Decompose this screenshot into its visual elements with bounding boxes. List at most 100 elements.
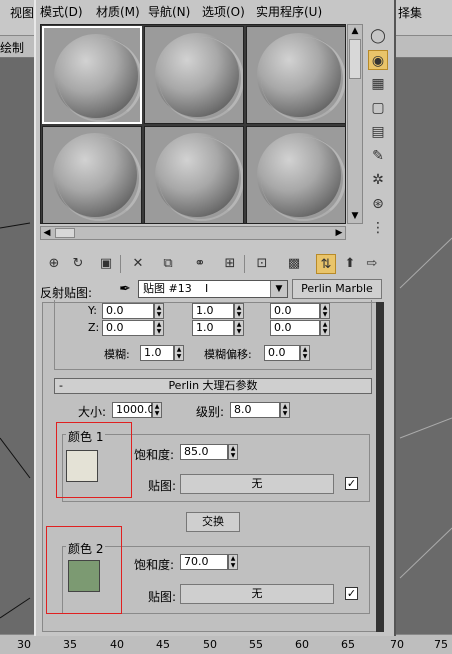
blur-spinner[interactable]: 1.0 ▲ ▼ <box>140 345 184 361</box>
main-menu-view[interactable]: 视图 <box>10 4 34 21</box>
y-angle-field[interactable]: 0.0 <box>270 303 320 319</box>
size-spinner[interactable]: 1000.0 ▲ ▼ <box>112 402 162 418</box>
sample-slot[interactable] <box>246 126 346 224</box>
scroll-right-icon[interactable]: ▶ <box>333 227 345 239</box>
blur-field[interactable]: 1.0 <box>140 345 174 361</box>
checker-background-icon[interactable]: ▦ <box>368 74 388 94</box>
color1-saturation-label: 饱和度: <box>134 448 175 462</box>
color2-map-button[interactable]: 无 <box>180 584 334 604</box>
menu-modes[interactable]: 模式(D) <box>40 3 83 20</box>
spinner-arrows-icon[interactable]: ▲ ▼ <box>300 345 310 361</box>
material-navigator-icon[interactable]: ⋮ <box>368 218 388 238</box>
show-end-result-icon[interactable]: ⇅ <box>316 254 336 274</box>
scroll-up-icon[interactable]: ▲ <box>348 25 362 37</box>
color1-map-checkbox[interactable]: ✓ <box>345 477 358 490</box>
y-tiling-field[interactable]: 1.0 <box>192 303 234 319</box>
color1-swatch[interactable] <box>66 450 98 482</box>
chevron-down-icon[interactable]: ▼ <box>270 281 287 297</box>
sample-slot[interactable] <box>144 126 244 224</box>
scrollbar-thumb[interactable] <box>349 39 361 79</box>
make-preview-icon[interactable]: ✎ <box>368 146 388 166</box>
go-to-parent-icon[interactable]: ⬆ <box>340 254 360 274</box>
z-tiling-field[interactable]: 1.0 <box>192 320 234 336</box>
collapse-icon[interactable]: - <box>59 379 63 393</box>
color2-map-checkbox[interactable]: ✓ <box>345 587 358 600</box>
color2-saturation-spinner[interactable]: 70.0 ▲ ▼ <box>180 554 238 570</box>
perlin-rollout-header[interactable]: - Perlin 大理石参数 <box>54 378 372 394</box>
slots-vertical-scrollbar[interactable]: ▲ ▼ <box>347 24 363 224</box>
z-offset-spinner[interactable]: 0.0 ▲ ▼ <box>102 320 164 336</box>
z-offset-field[interactable]: 0.0 <box>102 320 154 336</box>
spinner-arrows-icon[interactable]: ▲ ▼ <box>228 444 238 460</box>
menu-material[interactable]: 材质(M) <box>96 3 140 20</box>
map-row-label: 反射贴图: <box>40 286 93 300</box>
video-color-check-icon[interactable]: ▤ <box>368 122 388 142</box>
ruler-tick-label: 55 <box>249 638 263 651</box>
y-offset-field[interactable]: 0.0 <box>102 303 154 319</box>
z-angle-spinner[interactable]: 0.0 ▲ ▼ <box>270 320 330 336</box>
spinner-arrows-icon[interactable]: ▲ ▼ <box>152 402 162 418</box>
y-angle-spinner[interactable]: 0.0 ▲ ▼ <box>270 303 330 319</box>
main-ribbon-draw-label[interactable]: 绘制 <box>0 39 24 56</box>
sample-uv-tiling-icon[interactable]: ▢ <box>368 98 388 118</box>
sphere-sample-icon[interactable]: ◯ <box>368 26 388 46</box>
backlight-icon[interactable]: ◉ <box>368 50 388 70</box>
menu-utilities[interactable]: 实用程序(U) <box>256 3 322 20</box>
sample-slot-active[interactable] <box>42 26 142 124</box>
material-editor-menubar: 模式(D) 材质(M) 导航(N) 选项(O) 实用程序(U) <box>36 0 394 22</box>
y-tiling-spinner[interactable]: 1.0 ▲ ▼ <box>192 303 244 319</box>
color2-saturation-label: 饱和度: <box>134 558 175 572</box>
scroll-down-icon[interactable]: ▼ <box>348 210 362 222</box>
sample-slot[interactable] <box>144 26 244 124</box>
material-id-channel-icon[interactable]: ⊡ <box>252 254 272 274</box>
color1-saturation-field[interactable]: 85.0 <box>180 444 228 460</box>
get-material-icon[interactable]: ⊕ <box>44 254 64 274</box>
main-menu-selection-set[interactable]: 择集 <box>398 4 422 21</box>
scroll-left-icon[interactable]: ◀ <box>41 227 53 239</box>
slots-horizontal-scrollbar[interactable]: ◀ ▶ <box>40 226 346 240</box>
put-to-scene-icon[interactable]: ↻ <box>68 254 88 274</box>
eyedropper-icon[interactable]: ✒ <box>116 280 134 298</box>
color1-map-button[interactable]: 无 <box>180 474 334 494</box>
scrollbar-thumb[interactable] <box>55 228 75 238</box>
make-copy-icon[interactable]: ⧉ <box>158 254 178 274</box>
sample-slot[interactable] <box>42 126 142 224</box>
size-field[interactable]: 1000.0 <box>112 402 155 418</box>
swap-button[interactable]: 交换 <box>186 512 240 532</box>
spinner-arrows-icon[interactable]: ▲ ▼ <box>280 402 290 418</box>
put-to-library-icon[interactable]: ⊞ <box>220 254 240 274</box>
levels-spinner[interactable]: 8.0 ▲ ▼ <box>230 402 290 418</box>
rollout-scrollbar[interactable] <box>376 302 384 632</box>
spinner-arrows-icon[interactable]: ▲ ▼ <box>154 303 164 319</box>
blur-offset-spinner[interactable]: 0.0 ▲ ▼ <box>264 345 310 361</box>
map-name-combo[interactable]: 贴图 #13 I ▼ <box>138 280 288 298</box>
show-map-in-viewport-icon[interactable]: ▩ <box>284 254 304 274</box>
spinner-arrows-icon[interactable]: ▲ ▼ <box>234 320 244 336</box>
options-icon[interactable]: ✲ <box>368 170 388 190</box>
spinner-arrows-icon[interactable]: ▲ ▼ <box>234 303 244 319</box>
spinner-arrows-icon[interactable]: ▲ ▼ <box>174 345 184 361</box>
map-type-button[interactable]: Perlin Marble <box>292 279 382 299</box>
go-forward-icon[interactable]: ⇨ <box>362 254 382 274</box>
menu-options[interactable]: 选项(O) <box>202 3 245 20</box>
timeline-ruler[interactable]: 30 35 40 45 50 55 60 65 70 75 <box>0 634 452 654</box>
color2-swatch[interactable] <box>68 560 100 592</box>
menu-navigation[interactable]: 导航(N) <box>148 3 190 20</box>
make-unique-icon[interactable]: ⚭ <box>190 254 210 274</box>
sample-slot[interactable] <box>246 26 346 124</box>
y-offset-spinner[interactable]: 0.0 ▲ ▼ <box>102 303 164 319</box>
spinner-arrows-icon[interactable]: ▲ ▼ <box>320 303 330 319</box>
spinner-arrows-icon[interactable]: ▲ ▼ <box>228 554 238 570</box>
color1-saturation-spinner[interactable]: 85.0 ▲ ▼ <box>180 444 238 460</box>
color2-saturation-field[interactable]: 70.0 <box>180 554 228 570</box>
spinner-arrows-icon[interactable]: ▲ ▼ <box>320 320 330 336</box>
levels-field[interactable]: 8.0 <box>230 402 280 418</box>
assign-material-icon[interactable]: ▣ <box>96 254 116 274</box>
z-angle-field[interactable]: 0.0 <box>270 320 320 336</box>
blur-offset-field[interactable]: 0.0 <box>264 345 300 361</box>
reset-map-icon[interactable]: ✕ <box>128 254 148 274</box>
z-tiling-spinner[interactable]: 1.0 ▲ ▼ <box>192 320 244 336</box>
spinner-arrows-icon[interactable]: ▲ ▼ <box>154 320 164 336</box>
ruler-tick-label: 65 <box>341 638 355 651</box>
select-by-material-icon[interactable]: ⊛ <box>368 194 388 214</box>
